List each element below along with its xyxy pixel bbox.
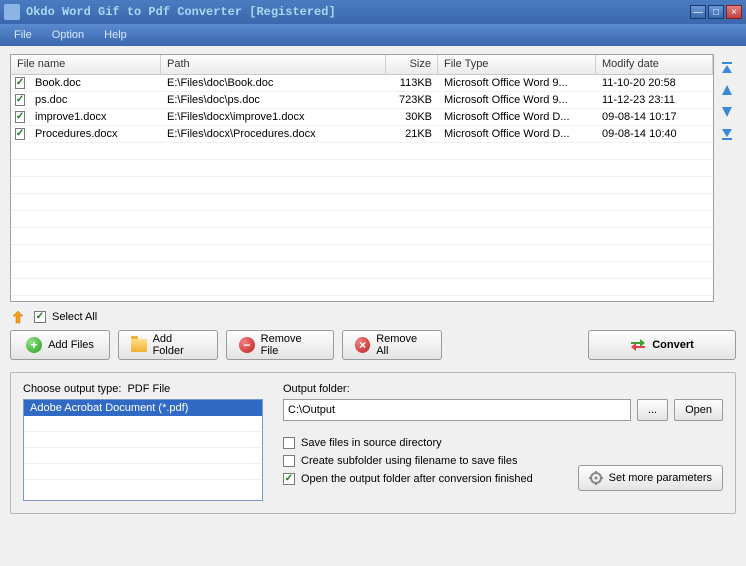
cell-path: E:\Files\docx\Procedures.docx [161,127,386,141]
cell-size: 30KB [386,110,438,124]
up-folder-icon[interactable] [12,310,28,324]
add-files-label: Add Files [48,339,94,351]
cell-date: 11-12-23 23:11 [596,93,713,107]
file-list-header: File name Path Size File Type Modify dat… [11,55,713,75]
open-after-checkbox[interactable]: ✓ [283,473,295,485]
convert-button[interactable]: Convert [588,330,736,360]
cell-name: Procedures.docx [29,127,161,141]
gear-icon [589,471,603,485]
add-folder-label: Add Folder [153,333,205,357]
col-type[interactable]: File Type [438,55,596,74]
minus-icon: − [239,337,255,353]
remove-all-label: Remove All [376,333,429,357]
cell-date: 11-10-20 20:58 [596,76,713,90]
cell-date: 09-08-14 10:40 [596,127,713,141]
col-name[interactable]: File name [11,55,161,74]
reorder-controls [718,54,736,302]
browse-button[interactable]: ... [637,399,668,421]
cell-size: 21KB [386,127,438,141]
convert-icon [630,338,646,352]
cell-name: Book.doc [29,76,161,90]
plus-icon: + [26,337,42,353]
col-path[interactable]: Path [161,55,386,74]
remove-file-label: Remove File [261,333,321,357]
save-in-source-label: Save files in source directory [301,437,442,449]
open-after-label: Open the output folder after conversion … [301,473,533,485]
row-checkbox[interactable]: ✓ [15,94,25,106]
create-subfolder-label: Create subfolder using filename to save … [301,455,517,467]
minimize-button[interactable]: — [690,5,706,19]
create-subfolder-checkbox[interactable]: ✓ [283,455,295,467]
options-panel: Choose output type: PDF File Adobe Acrob… [10,372,736,514]
cell-path: E:\Files\docx\improve1.docx [161,110,386,124]
move-top-button[interactable] [719,60,735,76]
add-files-button[interactable]: + Add Files [10,330,110,360]
table-row[interactable] [11,160,713,177]
output-type-item-pdf[interactable]: Adobe Acrobat Document (*.pdf) [24,400,262,416]
table-row[interactable]: ✓ ps.docE:\Files\doc\ps.doc723KBMicrosoft… [11,92,713,109]
convert-label: Convert [652,339,694,351]
row-checkbox[interactable]: ✓ [15,128,25,140]
cell-type: Microsoft Office Word D... [438,127,596,141]
remove-all-button[interactable]: × Remove All [342,330,442,360]
remove-file-button[interactable]: − Remove File [226,330,334,360]
cell-name: ps.doc [29,93,161,107]
cell-path: E:\Files\doc\Book.doc [161,76,386,90]
window-title: Okdo Word Gif to Pdf Converter [Register… [26,5,690,19]
open-button[interactable]: Open [674,399,723,421]
col-date[interactable]: Modify date [596,55,713,74]
cell-date: 09-08-14 10:17 [596,110,713,124]
output-type-list[interactable]: Adobe Acrobat Document (*.pdf) [23,399,263,501]
table-row[interactable] [11,228,713,245]
set-more-parameters-button[interactable]: Set more parameters [578,465,723,491]
close-button[interactable]: × [726,5,742,19]
save-in-source-checkbox[interactable]: ✓ [283,437,295,449]
move-bottom-button[interactable] [719,126,735,142]
row-checkbox[interactable]: ✓ [15,111,25,123]
move-down-button[interactable] [719,104,735,120]
table-row[interactable]: ✓ Book.docE:\Files\doc\Book.doc113KBMicro… [11,75,713,92]
output-type-label: Choose output type: [23,383,121,395]
titlebar: Okdo Word Gif to Pdf Converter [Register… [0,0,746,24]
move-up-button[interactable] [719,82,735,98]
menu-file[interactable]: File [6,27,40,43]
cell-size: 113KB [386,76,438,90]
table-row[interactable] [11,177,713,194]
table-row[interactable] [11,211,713,228]
menu-option[interactable]: Option [44,27,92,43]
output-type-value: PDF File [127,383,170,395]
x-icon: × [355,337,370,353]
table-row[interactable]: ✓ Procedures.docxE:\Files\docx\Procedures… [11,126,713,143]
table-row[interactable] [11,143,713,160]
menubar: File Option Help [0,24,746,46]
cell-path: E:\Files\doc\ps.doc [161,93,386,107]
table-row[interactable]: ✓ improve1.docxE:\Files\docx\improve1.doc… [11,109,713,126]
file-list[interactable]: File name Path Size File Type Modify dat… [10,54,714,302]
select-all-label: Select All [52,311,97,323]
select-all-checkbox[interactable]: ✓ [34,311,46,323]
maximize-button[interactable]: □ [708,5,724,19]
cell-size: 723KB [386,93,438,107]
menu-help[interactable]: Help [96,27,135,43]
table-row[interactable] [11,262,713,279]
set-more-label: Set more parameters [609,472,712,484]
cell-type: Microsoft Office Word 9... [438,93,596,107]
cell-type: Microsoft Office Word D... [438,110,596,124]
table-row[interactable] [11,245,713,262]
table-row[interactable] [11,279,713,296]
col-size[interactable]: Size [386,55,438,74]
folder-icon [131,339,147,352]
table-row[interactable] [11,194,713,211]
add-folder-button[interactable]: Add Folder [118,330,218,360]
cell-name: improve1.docx [29,110,161,124]
output-folder-label: Output folder: [283,383,723,395]
cell-type: Microsoft Office Word 9... [438,76,596,90]
output-folder-input[interactable] [283,399,631,421]
app-icon [4,4,20,20]
row-checkbox[interactable]: ✓ [15,77,25,89]
